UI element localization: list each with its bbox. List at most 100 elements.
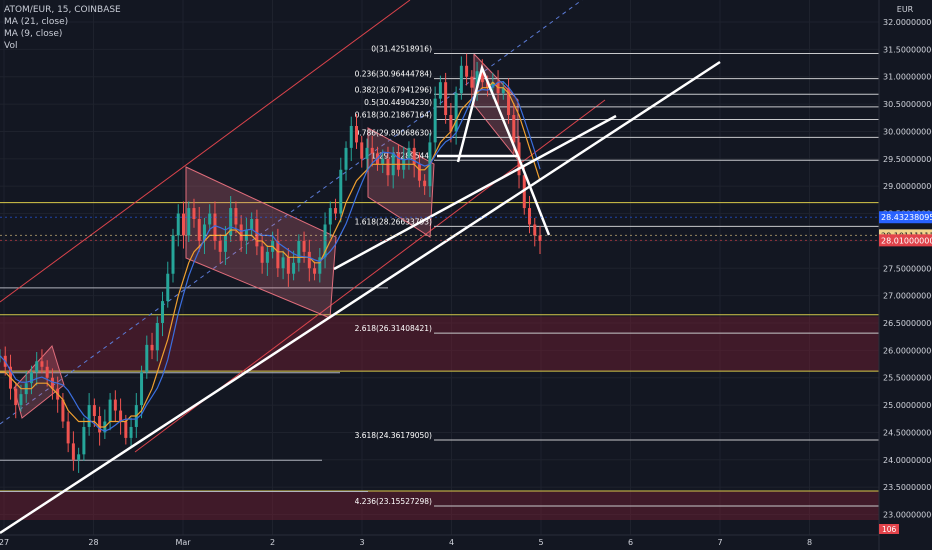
candle-body xyxy=(260,246,264,263)
fib-level-label: 0.382(30.67941296) xyxy=(355,85,432,94)
candle-body xyxy=(92,405,96,417)
candle-body xyxy=(276,240,280,269)
candle-body xyxy=(297,240,301,263)
fib-level-label: 3.618(24.36179050) xyxy=(355,431,432,440)
price-tick-label: 24.50000000 xyxy=(883,428,932,437)
price-tag-label: 28.01000000 xyxy=(881,236,932,245)
candle-body xyxy=(355,125,359,143)
candle-body xyxy=(82,426,86,455)
price-tick-label: 31.50000000 xyxy=(883,45,932,54)
price-tick-label: 30.00000000 xyxy=(883,127,932,136)
candle-body xyxy=(124,421,128,438)
time-tick-label: 6 xyxy=(628,538,633,547)
candle-body xyxy=(98,416,102,433)
candle-body xyxy=(71,443,75,460)
candle-body xyxy=(66,421,70,444)
candle-body xyxy=(533,224,537,236)
price-tick-label: 23.50000000 xyxy=(883,483,932,492)
price-tick-label: 29.50000000 xyxy=(883,155,932,164)
time-tick-label: 28 xyxy=(88,538,98,547)
candle-body xyxy=(19,394,23,406)
price-axis-panel xyxy=(879,0,932,550)
candle-body xyxy=(528,208,532,225)
price-tick-label: 29.00000000 xyxy=(883,182,932,191)
candle-body xyxy=(150,344,154,351)
price-tick-label: 30.50000000 xyxy=(883,100,932,109)
candle-body xyxy=(459,65,463,94)
volume-tag-label: 106 xyxy=(882,525,897,534)
candle-body xyxy=(161,301,165,323)
candle-body xyxy=(438,82,442,99)
candle-body xyxy=(349,125,353,148)
candle-body xyxy=(187,208,191,236)
ma21-legend[interactable]: MA (21, close) xyxy=(4,16,121,28)
time-tick-label: 27 xyxy=(0,538,9,547)
candle-body xyxy=(396,153,400,170)
candle-body xyxy=(328,208,332,225)
candle-body xyxy=(433,98,437,143)
time-tick-label: Mar xyxy=(175,538,191,547)
candle-body xyxy=(113,399,117,411)
candle-body xyxy=(344,147,348,170)
price-tick-label: 26.50000000 xyxy=(883,319,932,328)
candle-body xyxy=(292,262,296,274)
candle-body xyxy=(129,426,133,438)
candle-body xyxy=(370,147,374,154)
price-tick-label: 23.00000000 xyxy=(883,511,932,520)
candle-body xyxy=(470,76,474,88)
fib-level-label: 4.236(23.15527298) xyxy=(355,497,432,506)
candle-body xyxy=(218,240,222,252)
candle-body xyxy=(360,142,364,159)
price-tag-label: 28.43238095 xyxy=(881,213,932,222)
fib-level-label: 0.236(30.96444784) xyxy=(355,70,432,79)
candle-body xyxy=(14,388,18,406)
candle-body xyxy=(286,257,290,274)
candle-body xyxy=(234,208,238,225)
candle-body xyxy=(339,169,343,214)
candle-body xyxy=(77,454,81,460)
time-tick-label: 8 xyxy=(807,538,812,547)
price-chart[interactable]: 0(31.42518916) 0.236(30.96444784) 0.382(30… xyxy=(0,0,932,550)
candle-body xyxy=(119,410,123,422)
candle-body xyxy=(45,366,49,378)
candle-body xyxy=(381,158,385,165)
fib-level-label: 0(31.42518916) xyxy=(371,44,432,53)
candle-body xyxy=(208,213,212,225)
candle-body xyxy=(313,268,317,274)
ma9-legend[interactable]: MA (9, close) xyxy=(4,28,121,40)
price-tick-label: 27.00000000 xyxy=(883,292,932,301)
candle-body xyxy=(417,164,421,181)
candle-body xyxy=(155,322,159,351)
candle-body xyxy=(140,372,144,406)
time-tick-label: 3 xyxy=(359,538,364,547)
candle-body xyxy=(197,219,201,241)
price-tick-label: 32.00000000 xyxy=(883,18,932,27)
volume-legend[interactable]: Vol xyxy=(4,40,121,52)
chart-legend: ATOM/EUR, 15, COINBASE MA (21, close) MA… xyxy=(4,4,121,52)
candle-body xyxy=(87,405,91,427)
candle-body xyxy=(365,147,369,159)
candle-body xyxy=(512,115,516,143)
candle-body xyxy=(444,82,448,116)
time-tick-label: 5 xyxy=(538,538,543,547)
currency-label: EUR xyxy=(897,5,914,14)
candle-body xyxy=(35,361,39,373)
price-tick-label: 27.50000000 xyxy=(883,264,932,273)
fib-level-label: 0.5(30.44904230) xyxy=(364,98,432,107)
candle-body xyxy=(407,147,411,159)
supply-demand-zone[interactable] xyxy=(0,490,879,520)
candle-body xyxy=(181,213,185,236)
symbol-title[interactable]: ATOM/EUR, 15, COINBASE xyxy=(4,4,121,16)
price-tick-label: 24.00000000 xyxy=(883,456,932,465)
candle-body xyxy=(108,399,112,422)
price-tick-label: 25.50000000 xyxy=(883,374,932,383)
fib-level-label: 0.786(29.89068630) xyxy=(355,128,432,137)
candle-body xyxy=(386,158,390,176)
supply-demand-zone[interactable] xyxy=(0,316,879,372)
candle-body xyxy=(145,344,149,373)
candle-body xyxy=(454,93,458,132)
candle-body xyxy=(239,224,243,241)
candle-body xyxy=(250,219,254,230)
price-tick-label: 26.00000000 xyxy=(883,346,932,355)
candle-body xyxy=(176,213,180,236)
